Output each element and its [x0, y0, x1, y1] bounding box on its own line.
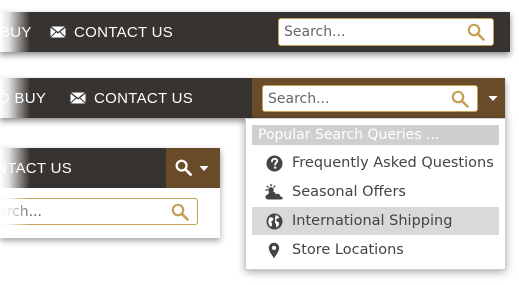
stage: BUY CONTACT US O BUY: [0, 0, 519, 285]
search-box[interactable]: [278, 18, 494, 46]
search-dropdown-menu: Popular Search Queries ... Frequently As…: [245, 118, 506, 270]
search-panel-compact: [0, 188, 220, 238]
search-icon[interactable]: [171, 203, 189, 221]
envelope-icon: [50, 26, 66, 38]
nav-link-contact-us-label: CONTACT US: [94, 89, 194, 107]
chevron-down-icon: [199, 166, 209, 171]
navbar-compact: NTACT US: [0, 148, 220, 188]
chevron-down-icon[interactable]: [487, 92, 499, 104]
map-marker-icon: [263, 242, 285, 259]
nav-link-contact-us-label: CONTACT US: [74, 23, 174, 41]
dropdown-item-label: Frequently Asked Questions: [292, 155, 494, 171]
search-box[interactable]: [262, 85, 478, 112]
nav-link-contact-us[interactable]: NTACT US: [0, 148, 72, 188]
dropdown-item-label: Seasonal Offers: [292, 184, 406, 200]
search-toggle-button[interactable]: [166, 148, 220, 188]
nav-link-buy[interactable]: O BUY: [0, 78, 46, 118]
search-icon[interactable]: [451, 90, 469, 108]
search-input[interactable]: [0, 199, 197, 224]
dropdown-item-label: International Shipping: [292, 213, 453, 229]
dropdown-item-store-locations[interactable]: Store Locations: [252, 236, 499, 264]
search-icon[interactable]: [467, 23, 485, 41]
search-input[interactable]: [279, 19, 493, 45]
question-circle-icon: [263, 155, 285, 172]
globe-icon: [263, 213, 285, 230]
dropdown-header: Popular Search Queries ...: [252, 125, 499, 145]
dropdown-item-faq[interactable]: Frequently Asked Questions: [252, 149, 499, 177]
nav-link-contact-us[interactable]: CONTACT US: [70, 78, 193, 118]
navbar-desktop: BUY CONTACT US: [0, 12, 510, 52]
envelope-icon: [70, 92, 86, 104]
nav-link-buy-label: O BUY: [0, 89, 47, 107]
search-icon: [175, 159, 192, 176]
weather-cloud-sun-icon: [263, 183, 285, 201]
nav-link-buy[interactable]: BUY: [0, 12, 32, 52]
search-box[interactable]: [0, 198, 198, 225]
nav-link-buy-label: BUY: [0, 23, 32, 41]
nav-link-contact-us-label: NTACT US: [0, 159, 73, 177]
dropdown-item-international-shipping[interactable]: International Shipping: [252, 207, 499, 235]
dropdown-item-seasonal-offers[interactable]: Seasonal Offers: [252, 178, 499, 206]
search-input[interactable]: [263, 86, 477, 111]
navbar-with-dropdown: O BUY CONTACT US: [0, 78, 505, 118]
dropdown-item-label: Store Locations: [292, 242, 404, 258]
nav-link-contact-us[interactable]: CONTACT US: [50, 12, 173, 52]
search-toggle-area: [252, 78, 505, 118]
